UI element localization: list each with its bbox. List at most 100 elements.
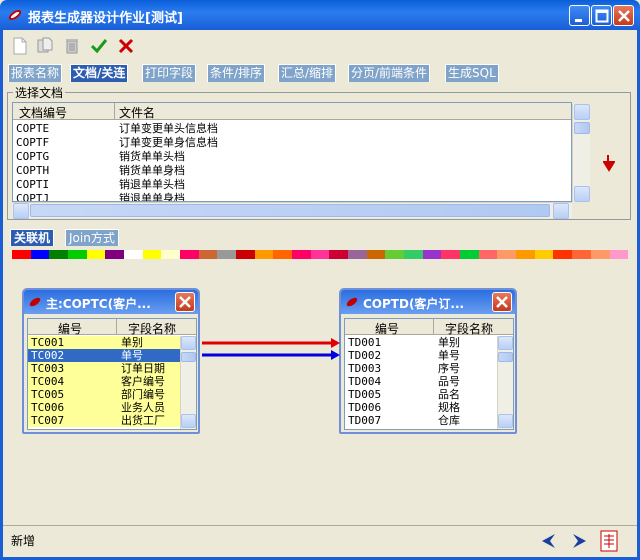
color-swatch[interactable] — [441, 250, 461, 259]
color-swatch[interactable] — [609, 250, 629, 259]
col-field-name[interactable]: 字段名称 — [128, 320, 176, 337]
color-swatch[interactable] — [198, 250, 218, 259]
color-swatch[interactable] — [86, 250, 106, 259]
hscroll-thumb[interactable] — [30, 204, 550, 217]
color-swatch[interactable] — [516, 250, 535, 259]
color-swatch[interactable] — [68, 250, 87, 259]
arrow-down-icon[interactable] — [603, 154, 615, 172]
delete-icon[interactable] — [62, 36, 82, 56]
col-field-name[interactable]: 字段名称 — [445, 320, 493, 337]
sub-table-vscroll[interactable] — [497, 336, 513, 429]
color-swatch[interactable] — [180, 250, 199, 259]
color-swatch[interactable] — [142, 250, 162, 259]
scroll-down-icon[interactable] — [181, 414, 196, 428]
color-swatch[interactable] — [329, 250, 349, 259]
field-row[interactable]: TD003 序号 — [345, 362, 497, 375]
field-row[interactable]: TC005 部门编号 — [28, 388, 180, 401]
cancel-icon[interactable] — [116, 36, 136, 56]
scroll-up-icon[interactable] — [181, 336, 196, 350]
scroll-up-icon[interactable] — [574, 104, 590, 120]
col-doc-code[interactable]: 文档编号 — [19, 104, 67, 121]
color-swatch[interactable] — [497, 250, 517, 259]
doc-row[interactable]: COPTE 订单变更单头信息档 — [13, 122, 571, 136]
color-swatch[interactable] — [572, 250, 591, 259]
field-row[interactable]: TC004 客户编号 — [28, 375, 180, 388]
doc-list-hscroll[interactable] — [12, 202, 572, 219]
color-swatch[interactable] — [385, 250, 405, 259]
field-row[interactable]: TC007 出货工厂 — [28, 414, 180, 427]
tab-print-fields[interactable]: 打印字段 — [142, 64, 197, 82]
calculator-icon[interactable] — [599, 530, 619, 552]
maximize-button[interactable] — [591, 5, 612, 26]
doc-row[interactable]: COPTG 销货单单头档 — [13, 150, 571, 164]
sub-table-window[interactable]: COPTD(客户订... 编号 字段名称 TD001 单别 TD002 单号 TD003… — [339, 288, 517, 434]
close-button[interactable] — [613, 5, 634, 26]
color-swatch[interactable] — [254, 250, 274, 259]
minimize-button[interactable] — [569, 5, 590, 26]
next-arrow-icon[interactable] — [569, 531, 589, 551]
main-table-titlebar[interactable]: 主:COPTC(客户... — [24, 290, 198, 314]
col-field-code[interactable]: 编号 — [375, 320, 399, 337]
color-swatch[interactable] — [366, 250, 386, 259]
tab-join-mode[interactable]: Join方式 — [65, 229, 119, 246]
color-swatch[interactable] — [310, 250, 330, 259]
color-swatch[interactable] — [217, 250, 237, 259]
scroll-up-icon[interactable] — [498, 336, 513, 350]
copy-icon[interactable] — [35, 36, 55, 56]
tab-relation-machine[interactable]: 关联机 — [10, 229, 55, 246]
tab-condition-sort[interactable]: 条件/排序 — [207, 64, 266, 82]
scroll-thumb[interactable] — [181, 352, 196, 362]
color-swatch[interactable] — [161, 250, 181, 259]
field-row[interactable]: TD006 规格 — [345, 401, 497, 414]
color-swatch[interactable] — [12, 250, 31, 259]
scroll-thumb[interactable] — [498, 352, 513, 362]
field-row[interactable]: TD004 品号 — [345, 375, 497, 388]
scroll-down-icon[interactable] — [574, 186, 590, 202]
color-swatch[interactable] — [124, 250, 143, 259]
confirm-icon[interactable] — [89, 36, 109, 56]
color-swatch[interactable] — [534, 250, 554, 259]
doc-row[interactable]: COPTF 订单变更单身信息档 — [13, 136, 571, 150]
doc-row[interactable]: COPTI 销退单单头档 — [13, 178, 571, 192]
field-row[interactable]: TD005 品名 — [345, 388, 497, 401]
main-table-close-button[interactable] — [175, 292, 195, 312]
prev-arrow-icon[interactable] — [539, 531, 559, 551]
doc-row[interactable]: COPTJ 销退单单身档 — [13, 192, 571, 201]
sub-table-close-button[interactable] — [492, 292, 512, 312]
field-row[interactable]: TD001 单别 — [345, 336, 497, 349]
color-swatch[interactable] — [236, 250, 255, 259]
field-row[interactable]: TD007 仓库 — [345, 414, 497, 427]
color-swatch[interactable] — [30, 250, 50, 259]
color-swatch[interactable] — [460, 250, 479, 259]
color-swatch[interactable] — [273, 250, 293, 259]
color-swatch[interactable] — [590, 250, 610, 259]
field-row[interactable]: TC002 单号 — [28, 349, 180, 362]
main-table-vscroll[interactable] — [180, 336, 196, 429]
new-icon[interactable] — [10, 36, 30, 56]
color-swatch[interactable] — [422, 250, 442, 259]
doc-row[interactable]: COPTH 销货单单身档 — [13, 164, 571, 178]
color-swatch[interactable] — [478, 250, 498, 259]
field-row[interactable]: TD002 单号 — [345, 349, 497, 362]
color-swatch[interactable] — [49, 250, 69, 259]
color-swatch[interactable] — [553, 250, 573, 259]
color-swatch[interactable] — [348, 250, 367, 259]
tab-doc-relation[interactable]: 文档/关连 — [70, 64, 129, 82]
color-swatch[interactable] — [404, 250, 423, 259]
tab-generate-sql[interactable]: 生成SQL — [445, 64, 499, 82]
sub-table-titlebar[interactable]: COPTD(客户订... — [341, 290, 515, 314]
doc-list-vscroll[interactable] — [572, 104, 590, 202]
scroll-thumb[interactable] — [574, 122, 590, 134]
tab-summary-indent[interactable]: 汇总/缩排 — [278, 64, 337, 82]
col-doc-name[interactable]: 文件名 — [119, 104, 155, 121]
scroll-down-icon[interactable] — [498, 414, 513, 428]
color-swatch[interactable] — [105, 250, 125, 259]
main-table-window[interactable]: 主:COPTC(客户... 编号 字段名称 TC001 单别 TC002 单号 TC00… — [22, 288, 200, 434]
color-swatch[interactable] — [292, 250, 311, 259]
scroll-left-icon[interactable] — [13, 203, 29, 219]
scroll-right-icon[interactable] — [553, 203, 569, 219]
tab-report-name[interactable]: 报表名称 — [8, 64, 63, 82]
field-row[interactable]: TC003 订单日期 — [28, 362, 180, 375]
field-row[interactable]: TC006 业务人员 — [28, 401, 180, 414]
col-field-code[interactable]: 编号 — [58, 320, 82, 337]
